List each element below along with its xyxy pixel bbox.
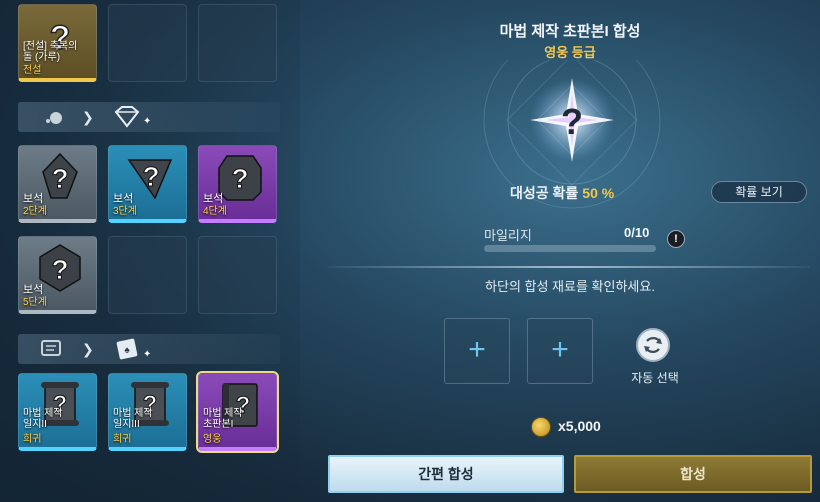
empty-slot: [198, 236, 277, 314]
divider: [328, 266, 810, 268]
material-slot-2[interactable]: +: [527, 318, 593, 384]
view-probability-button[interactable]: 확률 보기: [711, 181, 807, 203]
empty-slot: [108, 4, 187, 82]
material-hint: 하단의 합성 재료를 확인하세요.: [485, 279, 655, 294]
gem-icon: ?: [39, 244, 81, 292]
synthesis-button[interactable]: 합성: [574, 455, 812, 493]
gem-slot-tier2[interactable]: ? 보석 2단계: [18, 145, 97, 223]
auto-select-button[interactable]: [636, 328, 670, 362]
arrow-right-icon: ❯: [82, 109, 94, 125]
success-rate: 대성공 확률 50 %: [510, 185, 615, 201]
empty-slot: [108, 236, 187, 314]
gem-slot-tier5[interactable]: ? 보석 5단계: [18, 236, 97, 314]
svg-text:?: ?: [142, 161, 159, 192]
mileage-label: 마일리지: [484, 228, 532, 243]
grade-label: 영웅 등급: [544, 45, 596, 60]
scroll-slot-first-edition[interactable]: ? 마법 제작 초판본I 영웅: [196, 371, 279, 453]
scroll-slot-journal-2[interactable]: ? 마법 제작 일지II 희귀: [18, 373, 97, 451]
material-slot-1[interactable]: +: [444, 318, 510, 384]
empty-slot: [198, 4, 277, 82]
scroll-section-header: ❯ ♠ ✦: [18, 334, 280, 364]
svg-text:?: ?: [231, 163, 248, 194]
gem-icon: ?: [218, 155, 262, 201]
svg-text:♠: ♠: [124, 345, 130, 356]
inventory-panel: ? [전설] 축복의 돌 (가루) 전설 ❯ ✦ ? 보석 2단계 ? 보석 3단…: [0, 0, 300, 502]
item-slot-blessing-stone[interactable]: ? [전설] 축복의 돌 (가루) 전설: [18, 4, 97, 82]
gem-dust-icon: [46, 112, 62, 124]
gem-slot-tier4[interactable]: ? 보석 4단계: [198, 145, 277, 223]
warning-icon[interactable]: !: [667, 230, 685, 248]
diamond-icon: ✦: [114, 106, 150, 128]
gem-section-header: ❯ ✦: [18, 102, 280, 132]
item-tier: 전설: [23, 65, 42, 76]
arrow-right-icon: ❯: [82, 341, 94, 357]
refresh-icon: [644, 337, 662, 353]
card-icon: ♠ ✦: [116, 338, 151, 360]
plus-icon: +: [468, 333, 486, 366]
gem-icon: ?: [127, 159, 173, 200]
mileage-value: 0/10: [624, 225, 650, 240]
svg-text:✦: ✦: [143, 116, 150, 127]
quick-synthesis-button[interactable]: 간편 합성: [328, 455, 564, 493]
scroll-icon: [41, 340, 61, 356]
mileage-progress-bar: [484, 245, 656, 252]
synthesis-cost: x5,000: [558, 418, 601, 434]
gem-icon: ?: [42, 152, 78, 199]
question-icon: ?: [561, 101, 583, 142]
svg-text:?: ?: [51, 254, 68, 285]
synthesis-title: 마법 제작 초판본I 합성: [499, 23, 641, 40]
svg-text:?: ?: [51, 163, 68, 194]
auto-select-label: 자동 선택: [631, 371, 679, 385]
plus-icon: +: [551, 333, 569, 366]
scroll-slot-journal-3[interactable]: ? 마법 제작 일지III 희귀: [108, 373, 187, 451]
gold-coin-icon: [531, 417, 551, 437]
gem-slot-tier3[interactable]: ? 보석 3단계: [108, 145, 187, 223]
svg-text:✦: ✦: [143, 349, 151, 360]
